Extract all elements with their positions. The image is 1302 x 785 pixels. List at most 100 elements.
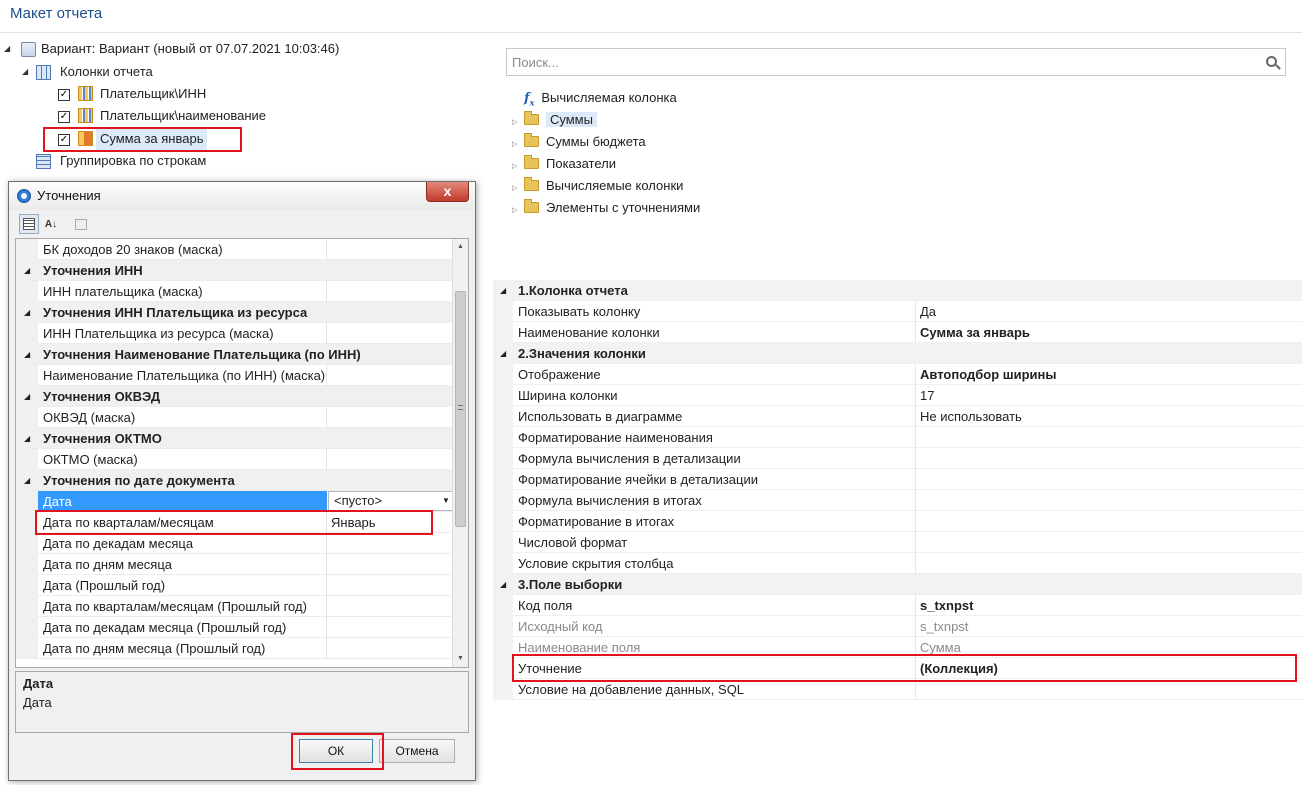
collapse-triangle-icon[interactable]: ◢ <box>24 470 30 491</box>
grid-category-label: Уточнения по дате документа <box>43 473 235 488</box>
grid-key: Дата <box>38 491 327 512</box>
property-row[interactable]: Форматирование в итогах <box>493 511 1302 532</box>
highlight-box <box>512 654 1297 682</box>
grid-row[interactable]: ОКВЭД (маска) <box>16 407 468 428</box>
column-icon <box>78 86 93 101</box>
fx-icon: fx <box>524 91 535 108</box>
search-input[interactable] <box>507 49 1247 75</box>
grid-category[interactable]: ◢ Уточнения ОКТМО <box>16 428 468 449</box>
scroll-thumb[interactable] <box>455 291 466 527</box>
folder-icon <box>524 133 539 147</box>
field-label: Элементы с уточнениями <box>546 200 701 215</box>
property-pages-button[interactable] <box>71 214 91 234</box>
grid-row[interactable]: Дата по дням месяца <box>16 554 468 575</box>
grid-category[interactable]: ◢ Уточнения по дате документа <box>16 470 468 491</box>
property-value[interactable]: Не использовать <box>920 406 1022 427</box>
checkbox[interactable]: ✓ <box>58 111 70 123</box>
grid-row[interactable]: Дата по декадам месяца <box>16 533 468 554</box>
grid-row[interactable]: ОКТМО (маска) <box>16 449 468 470</box>
field-item[interactable]: ▷ Суммы бюджета <box>512 131 646 153</box>
collapse-triangle-icon[interactable]: ◢ <box>24 302 30 323</box>
property-value[interactable]: Автоподбор ширины <box>920 364 1056 385</box>
property-value[interactable]: Сумма за январь <box>920 322 1030 343</box>
property-row[interactable]: Отображение Автоподбор ширины <box>493 364 1302 385</box>
scroll-up-icon[interactable]: ▲ <box>453 239 468 255</box>
close-button[interactable]: x <box>426 182 469 202</box>
grid-row[interactable]: Дата (Прошлый год) <box>16 575 468 596</box>
field-label: Суммы <box>546 112 597 127</box>
categorized-icon <box>23 218 35 230</box>
property-value[interactable]: s_txnpst <box>920 595 973 616</box>
property-row[interactable]: Числовой формат <box>493 532 1302 553</box>
property-key: Показывать колонку <box>518 304 641 319</box>
grid-key: ИНН Плательщика из ресурса (маска) <box>43 326 274 341</box>
field-item[interactable]: ▷ Суммы <box>512 109 597 131</box>
property-key: Форматирование наименования <box>518 430 713 445</box>
category-row[interactable]: ◢ 3.Поле выборки <box>493 574 1302 595</box>
expand-triangle-icon[interactable]: ◢ <box>4 38 10 60</box>
property-row[interactable]: Код поля s_txnpst <box>493 595 1302 616</box>
grid-category[interactable]: ◢ Уточнения ИНН Плательщика из ресурса <box>16 302 468 323</box>
collapse-triangle-icon[interactable]: ◢ <box>500 280 506 301</box>
field-label: Вычисляемая колонка <box>541 90 677 105</box>
grid-row[interactable]: Дата по кварталам/месяцам (Прошлый год) <box>16 596 468 617</box>
categorized-view-button[interactable] <box>19 214 39 234</box>
field-item[interactable]: ▷ Вычисляемые колонки <box>512 175 683 197</box>
alphabetical-sort-button[interactable]: A↓ <box>41 214 61 234</box>
collapse-triangle-icon[interactable]: ◢ <box>24 428 30 449</box>
property-value[interactable]: 17 <box>920 385 934 406</box>
folder-icon <box>524 155 539 169</box>
field-label: Показатели <box>546 156 616 171</box>
property-value[interactable]: Да <box>920 301 936 322</box>
collapse-triangle-icon[interactable]: ◢ <box>24 344 30 365</box>
dialog-titlebar[interactable]: Уточнения x <box>9 182 475 210</box>
field-item[interactable]: ▷ Элементы с уточнениями <box>512 197 700 219</box>
property-row[interactable]: Наименование колонки Сумма за январь <box>493 322 1302 343</box>
property-row[interactable]: Условие скрытия столбца <box>493 553 1302 574</box>
grid-row[interactable]: Дата по дням месяца (Прошлый год) <box>16 638 468 659</box>
field-item[interactable]: fx Вычисляемая колонка <box>512 87 677 109</box>
cancel-button[interactable]: Отмена <box>379 739 455 763</box>
scroll-down-icon[interactable]: ▼ <box>453 651 468 667</box>
date-dropdown[interactable]: <пусто> ▼ <box>328 491 454 511</box>
grid-row[interactable]: ИНН плательщика (маска) <box>16 281 468 302</box>
property-row[interactable]: Использовать в диаграмме Не использовать <box>493 406 1302 427</box>
checkbox[interactable]: ✓ <box>58 89 70 101</box>
collapse-triangle-icon[interactable]: ◢ <box>24 260 30 281</box>
grid-row[interactable]: БК доходов 20 знаков (маска) <box>16 239 468 260</box>
collapse-triangle-icon[interactable]: ◢ <box>24 386 30 407</box>
search-icon[interactable] <box>1266 56 1277 67</box>
property-key: Условие на добавление данных, SQL <box>518 682 745 697</box>
grid-row-date-selected[interactable]: Дата <пусто> ▼ <box>16 491 468 512</box>
grid-row[interactable]: Дата по декадам месяца (Прошлый год) <box>16 617 468 638</box>
category-label: 2.Значения колонки <box>518 346 646 361</box>
grid-category[interactable]: ◢ Уточнения ИНН <box>16 260 468 281</box>
property-row[interactable]: Форматирование наименования <box>493 427 1302 448</box>
property-row[interactable]: Формула вычисления в детализации <box>493 448 1302 469</box>
collapse-triangle-icon[interactable]: ◢ <box>500 574 506 595</box>
property-grid: ◢ 1.Колонка отчета Показывать колонку Да Н… <box>493 280 1302 700</box>
expand-triangle-icon[interactable]: ▷ <box>512 200 521 222</box>
property-row[interactable]: Исходный код s_txnpst <box>493 616 1302 637</box>
field-item[interactable]: ▷ Показатели <box>512 153 616 175</box>
property-row[interactable]: Условие на добавление данных, SQL <box>493 679 1302 700</box>
vertical-scrollbar[interactable]: ▲ ▼ <box>452 239 468 667</box>
property-row[interactable]: Показывать колонку Да <box>493 301 1302 322</box>
property-key: Условие скрытия столбца <box>518 556 674 571</box>
property-row[interactable]: Ширина колонки 17 <box>493 385 1302 406</box>
grid-row[interactable]: Наименование Плательщика (по ИНН) (маска… <box>16 365 468 386</box>
category-row[interactable]: ◢ 1.Колонка отчета <box>493 280 1302 301</box>
property-key: Ширина колонки <box>518 388 618 403</box>
grid-category[interactable]: ◢ Уточнения Наименование Плательщика (по … <box>16 344 468 365</box>
grid-row[interactable]: ИНН Плательщика из ресурса (маска) <box>16 323 468 344</box>
property-key: Исходный код <box>518 619 603 634</box>
property-row[interactable]: Формула вычисления в итогах <box>493 490 1302 511</box>
dropdown-arrow-icon[interactable]: ▼ <box>439 492 453 510</box>
expand-triangle-icon[interactable]: ◢ <box>22 61 28 83</box>
columns-icon <box>36 65 51 80</box>
grid-key: Дата по декадам месяца <box>43 536 194 551</box>
property-row[interactable]: Форматирование ячейки в детализации <box>493 469 1302 490</box>
collapse-triangle-icon[interactable]: ◢ <box>500 343 506 364</box>
category-row[interactable]: ◢ 2.Значения колонки <box>493 343 1302 364</box>
grid-category[interactable]: ◢ Уточнения ОКВЭД <box>16 386 468 407</box>
